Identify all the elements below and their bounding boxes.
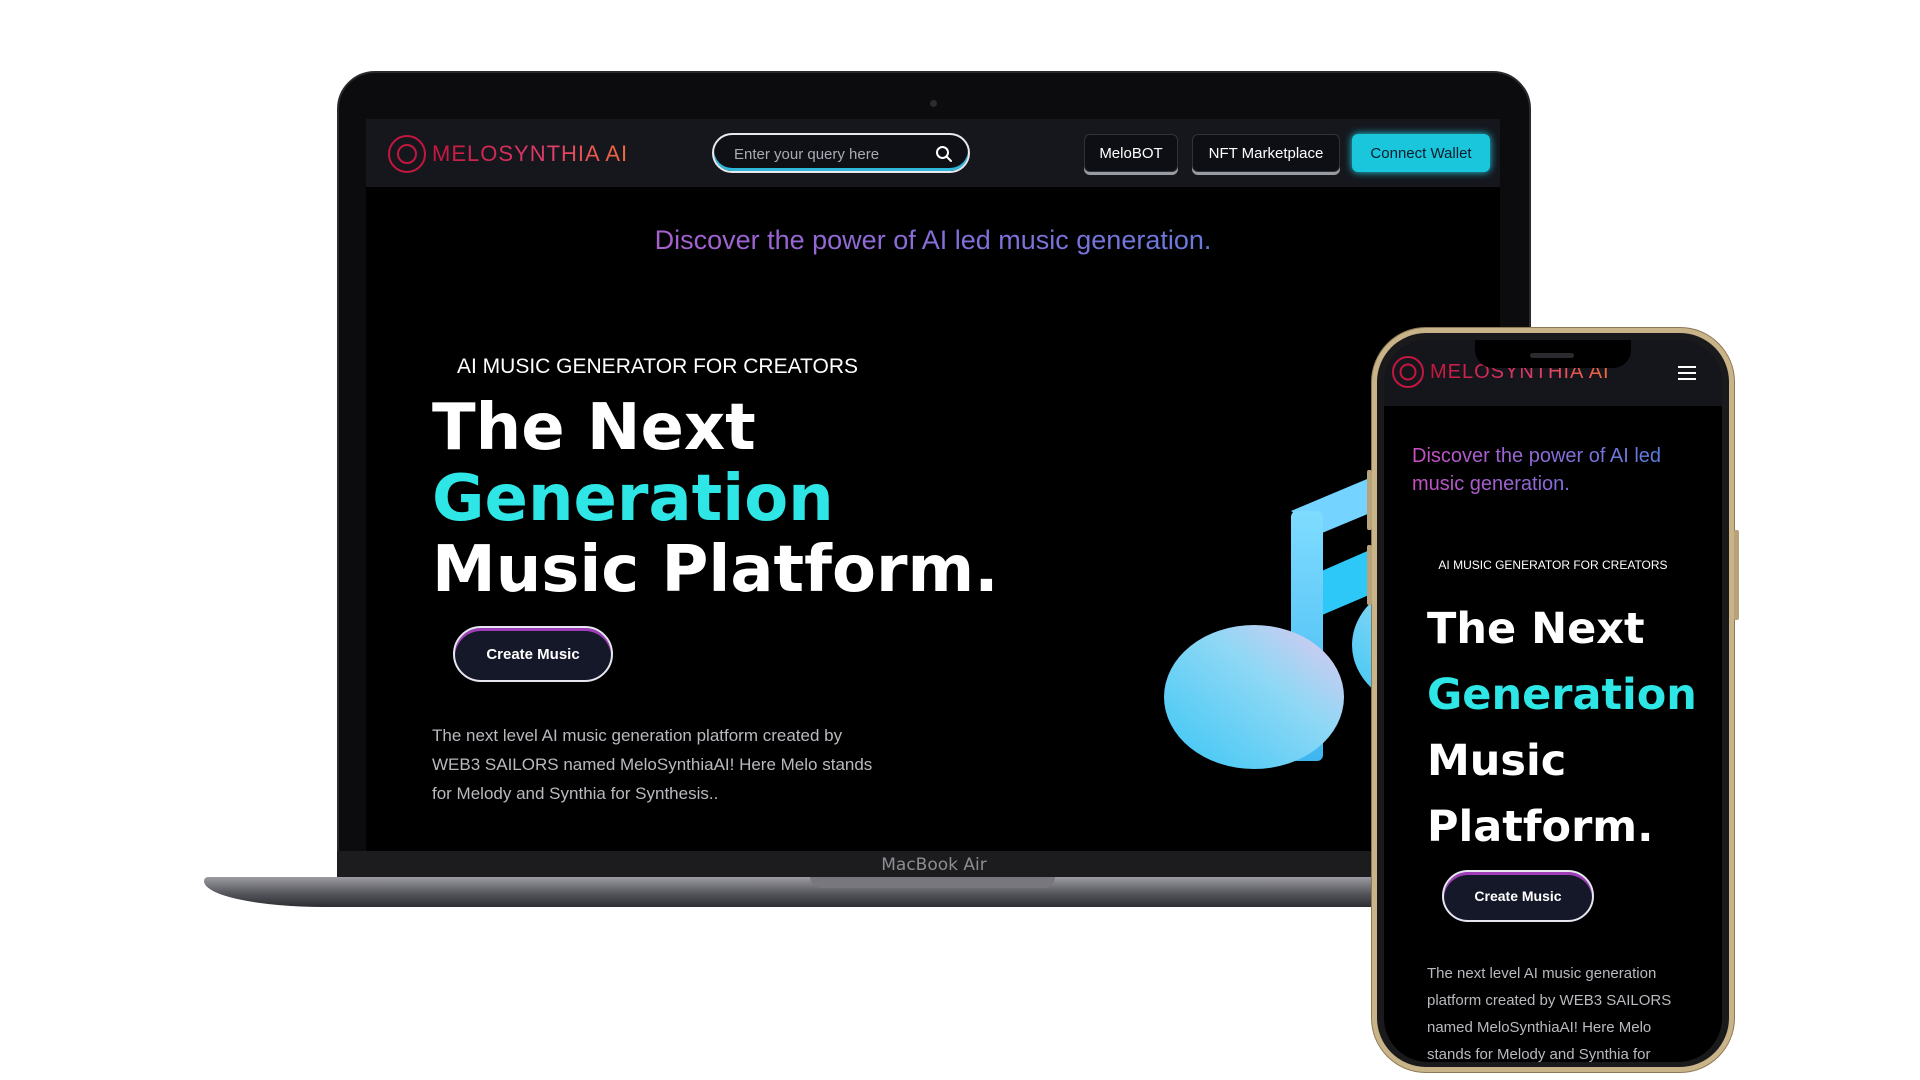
phone-title-line-3: Music — [1427, 736, 1567, 786]
circle-logo-icon — [388, 135, 426, 173]
laptop-hinge-notch — [810, 877, 1055, 888]
search-icon[interactable] — [934, 144, 954, 164]
hero-description: The next level AI music generation platf… — [432, 726, 873, 803]
hero-title-line-1: The Next — [432, 391, 756, 465]
search-input[interactable] — [734, 143, 914, 165]
hero-eyebrow: AI MUSIC GENERATOR FOR CREATORS — [457, 355, 858, 378]
laptop-brand-label: MacBook Air — [881, 855, 987, 875]
phone-hero-title: The Next Generation Music Platform. — [1427, 596, 1697, 860]
melobot-button[interactable]: MeloBOT — [1084, 134, 1178, 172]
phone-screen: MELOSYNTHIA AI Discover the power of AI … — [1384, 340, 1722, 1062]
laptop-navbar: MELOSYNTHIA AI MeloBOT NFT Marketplace C… — [366, 119, 1500, 187]
phone-power-button — [1734, 530, 1739, 620]
logo-text: MELOSYNTHIA AI — [432, 141, 629, 166]
hero-title-line-2: Generation — [432, 462, 834, 536]
laptop-camera — [930, 100, 937, 107]
phone-title-line-2: Generation — [1427, 670, 1697, 720]
connect-wallet-button[interactable]: Connect Wallet — [1352, 134, 1490, 172]
hero-title-line-3: Music Platform. — [432, 533, 999, 607]
laptop-screen: MELOSYNTHIA AI MeloBOT NFT Marketplace C… — [366, 119, 1500, 851]
laptop-logo[interactable]: MELOSYNTHIA AI — [388, 135, 628, 173]
nft-marketplace-button[interactable]: NFT Marketplace — [1192, 134, 1340, 172]
phone-title-line-4: Platform. — [1427, 802, 1654, 852]
hero-tagline: Discover the power of AI led music gener… — [366, 225, 1500, 256]
phone-hero-eyebrow: AI MUSIC GENERATOR FOR CREATORS — [1438, 558, 1668, 572]
phone-hero-description: The next level AI music generation platf… — [1427, 965, 1672, 1062]
phone-speaker — [1530, 353, 1574, 358]
circle-logo-icon — [1392, 356, 1424, 388]
phone-side-button — [1367, 470, 1372, 530]
phone-hero-tagline: Discover the power of AI led music gener… — [1412, 442, 1702, 498]
hero-title: The Next Generation Music Platform. — [432, 393, 999, 606]
hamburger-menu-icon[interactable] — [1678, 366, 1696, 380]
phone-title-line-1: The Next — [1427, 604, 1645, 654]
phone-side-button — [1367, 545, 1372, 605]
create-music-button[interactable]: Create Music — [453, 626, 613, 682]
search-box — [712, 133, 970, 173]
phone-create-music-button[interactable]: Create Music — [1442, 870, 1594, 922]
